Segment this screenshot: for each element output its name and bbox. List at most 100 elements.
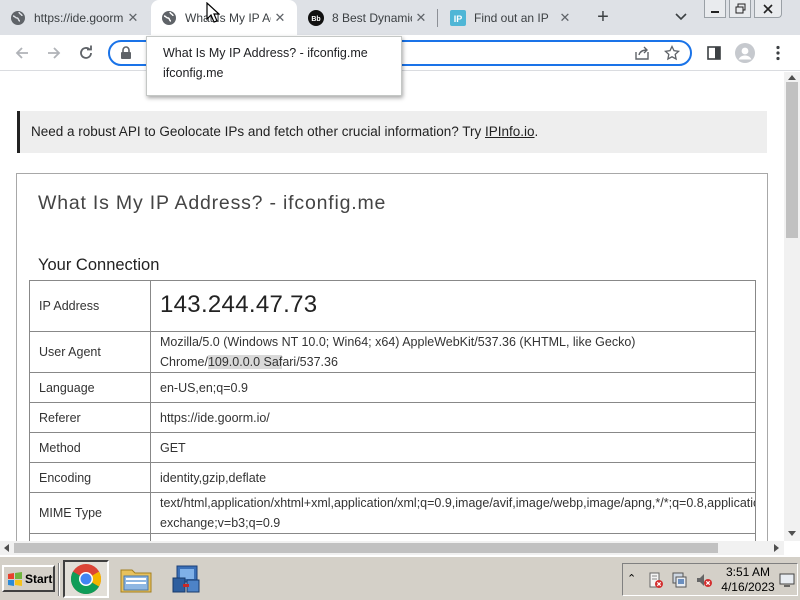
banner-text: Need a robust API to Geolocate IPs and f… [31,124,485,139]
forward-button[interactable] [43,42,65,64]
new-tab-button[interactable]: + [592,6,614,28]
horizontal-scroll-thumb[interactable] [14,543,718,553]
close-icon[interactable]: ✕ [271,9,289,27]
user-agent-value[interactable]: Mozilla/5.0 (Windows NT 10.0; Win64; x64… [150,331,756,373]
security-warning-icon[interactable] [647,571,665,589]
table-row: MIME Type text/html,application/xhtml+xm… [29,492,756,534]
ip-address-value[interactable]: 143.244.47.73 [150,280,756,332]
close-window-button[interactable] [754,0,782,18]
table-row: User Agent Mozilla/5.0 (Windows NT 10.0;… [29,331,756,373]
scroll-up-icon[interactable] [788,75,796,80]
horizontal-scrollbar[interactable] [0,541,784,555]
bb-logo-icon: Bb [308,9,324,26]
tab-title: 8 Best Dynamic DNS [332,10,412,25]
table-row: Language en-US,en;q=0.9 [29,372,756,403]
restore-button[interactable] [729,0,751,18]
close-icon [763,3,773,14]
tray-expand-icon[interactable]: ⌃ [627,572,636,585]
row-value [150,533,756,541]
tab-strip: https://ide.goorm.io ✕ What Is My IP Add… [0,0,800,35]
back-arrow-icon [15,47,28,59]
tab-hover-card: What Is My IP Address? - ifconfig.me ifc… [146,36,402,96]
share-icon[interactable] [634,45,650,66]
clock-date: 4/16/2023 [721,580,775,594]
globe-icon [10,10,26,26]
ipinfo-link[interactable]: IPInfo.io [485,124,535,139]
scroll-down-icon[interactable] [788,531,796,536]
chrome-icon [70,564,102,594]
taskbar-network-app[interactable] [163,560,209,598]
kebab-menu-icon [776,45,780,61]
windows-flag-icon [8,571,22,586]
display-tray-icon[interactable] [779,572,795,588]
close-icon[interactable]: ✕ [124,9,142,27]
vertical-scrollbar[interactable] [784,72,800,541]
clock[interactable]: 3:51 AM 4/16/2023 [720,565,776,595]
page-viewport[interactable]: Need a robust API to Geolocate IPs and f… [0,72,784,541]
menu-button[interactable] [767,42,789,64]
close-icon[interactable]: ✕ [412,9,430,27]
row-key: Method [29,432,151,463]
content-card: What Is My IP Address? - ifconfig.me You… [16,173,768,541]
lock-icon[interactable] [120,46,132,65]
minimize-icon [711,10,719,13]
tab-separator [437,9,438,27]
back-button[interactable] [11,42,33,64]
table-row: IP Address 143.244.47.73 [29,280,756,332]
screen: https://ide.goorm.io ✕ What Is My IP Add… [0,0,800,600]
method-value[interactable]: GET [150,432,756,463]
taskbar-separator [58,563,60,596]
table-row: Encoding identity,gzip,deflate [29,462,756,493]
svg-text:Bb: Bb [311,16,320,23]
table-row: Method GET [29,432,756,463]
network-computer-icon [172,565,200,593]
encoding-value[interactable]: identity,gzip,deflate [150,462,756,493]
tab-find-ip[interactable]: IP Find out an IP ✕ [440,0,582,35]
minimize-button[interactable] [704,0,726,18]
user-agent-line-1: Mozilla/5.0 (Windows NT 10.0; Win64; x64… [160,335,636,349]
taskbar-file-explorer[interactable] [113,560,159,598]
folder-icon [120,569,152,593]
tab-title: https://ide.goorm.io [34,10,124,25]
reload-button[interactable] [75,42,97,64]
text-selection: 109.0.0.0 Saf [207,355,283,369]
connection-table: IP Address 143.244.47.73 User Agent Mozi… [29,280,756,541]
api-banner: Need a robust API to Geolocate IPs and f… [17,111,767,153]
row-key: Referer [29,402,151,433]
network-tray-icon[interactable] [671,571,689,589]
mouse-cursor-icon [206,2,220,23]
avatar-icon [735,43,755,63]
start-button[interactable]: Start [2,565,55,592]
side-panel-icon [707,46,721,60]
vertical-scroll-thumb[interactable] [786,82,798,238]
table-row: Referer https://ide.goorm.io/ [29,402,756,433]
language-value[interactable]: en-US,en;q=0.9 [150,372,756,403]
clock-time: 3:51 AM [725,565,771,579]
tab-goorm[interactable]: https://ide.goorm.io ✕ [0,0,150,35]
volume-muted-icon[interactable] [695,571,713,589]
ip-logo-icon: IP [450,9,466,26]
row-key: Language [29,372,151,403]
page-title: What Is My IP Address? - ifconfig.me [38,192,387,214]
bookmark-star-icon[interactable] [663,44,681,66]
taskbar: Start ⌃ 3:51 AM 4/16/2023 [0,556,800,600]
profile-button[interactable] [734,42,756,64]
globe-icon [161,10,177,26]
close-icon[interactable]: ✕ [556,9,574,27]
side-panel-button[interactable] [703,42,725,64]
tab-ifconfig[interactable]: What Is My IP Address? - ifconfig.me ✕ [151,0,297,35]
chevron-down-icon [675,13,687,21]
table-row [29,533,756,541]
svg-text:IP: IP [454,14,463,24]
taskbar-chrome[interactable] [63,560,109,598]
scroll-left-icon[interactable] [4,544,9,552]
scroll-right-icon[interactable] [774,544,779,552]
row-key: User Agent [29,331,151,373]
mime-type-value[interactable]: text/html,application/xhtml+xml,applicat… [150,492,756,534]
referer-value[interactable]: https://ide.goorm.io/ [150,402,756,433]
tab-search-button[interactable] [672,8,690,26]
tab-dynamic-dns[interactable]: Bb 8 Best Dynamic DNS ✕ [298,0,438,35]
banner-end: . [534,124,539,139]
row-key: Encoding [29,462,151,493]
restore-icon [735,3,745,14]
